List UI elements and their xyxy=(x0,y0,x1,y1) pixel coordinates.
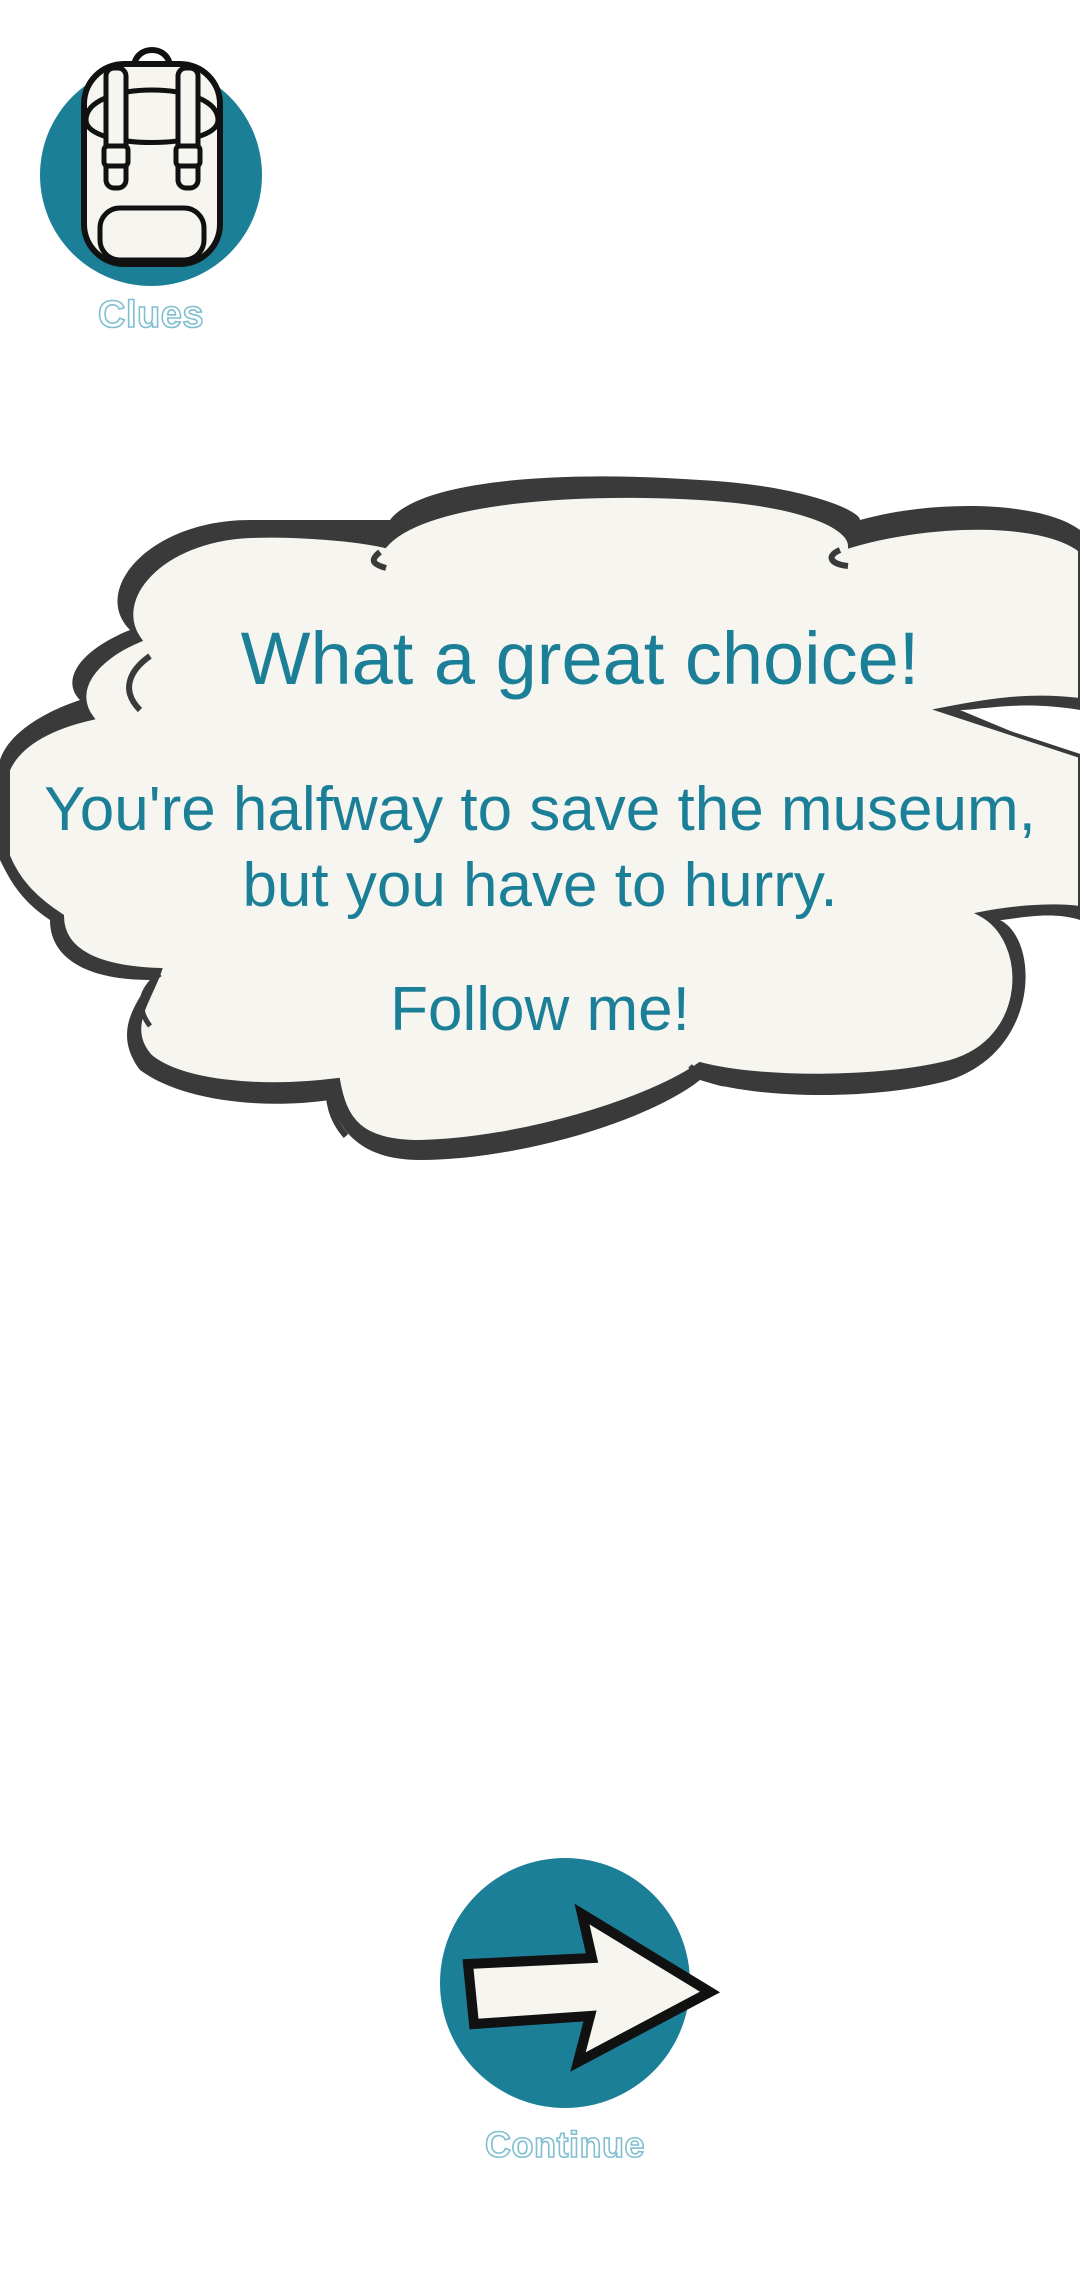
screen: Clues What a great choice! You're halfwa… xyxy=(0,0,1080,2280)
clues-button[interactable]: Clues xyxy=(38,40,264,340)
clues-label: Clues xyxy=(97,293,204,337)
continue-label: Continue xyxy=(484,2123,645,2166)
bubble-message-line3: Follow me! xyxy=(390,975,690,1044)
arrow-right-icon xyxy=(462,1904,720,2072)
backpack-icon xyxy=(81,47,223,267)
bubble-message-line2: but you have to hurry. xyxy=(242,851,838,920)
speech-cloud: What a great choice! You're halfway to s… xyxy=(0,460,1080,1180)
bubble-title: What a great choice! xyxy=(240,617,920,700)
bubble-message-line1: You're halfway to save the museum, xyxy=(44,775,1036,844)
continue-button[interactable]: Continue xyxy=(420,1852,720,2172)
